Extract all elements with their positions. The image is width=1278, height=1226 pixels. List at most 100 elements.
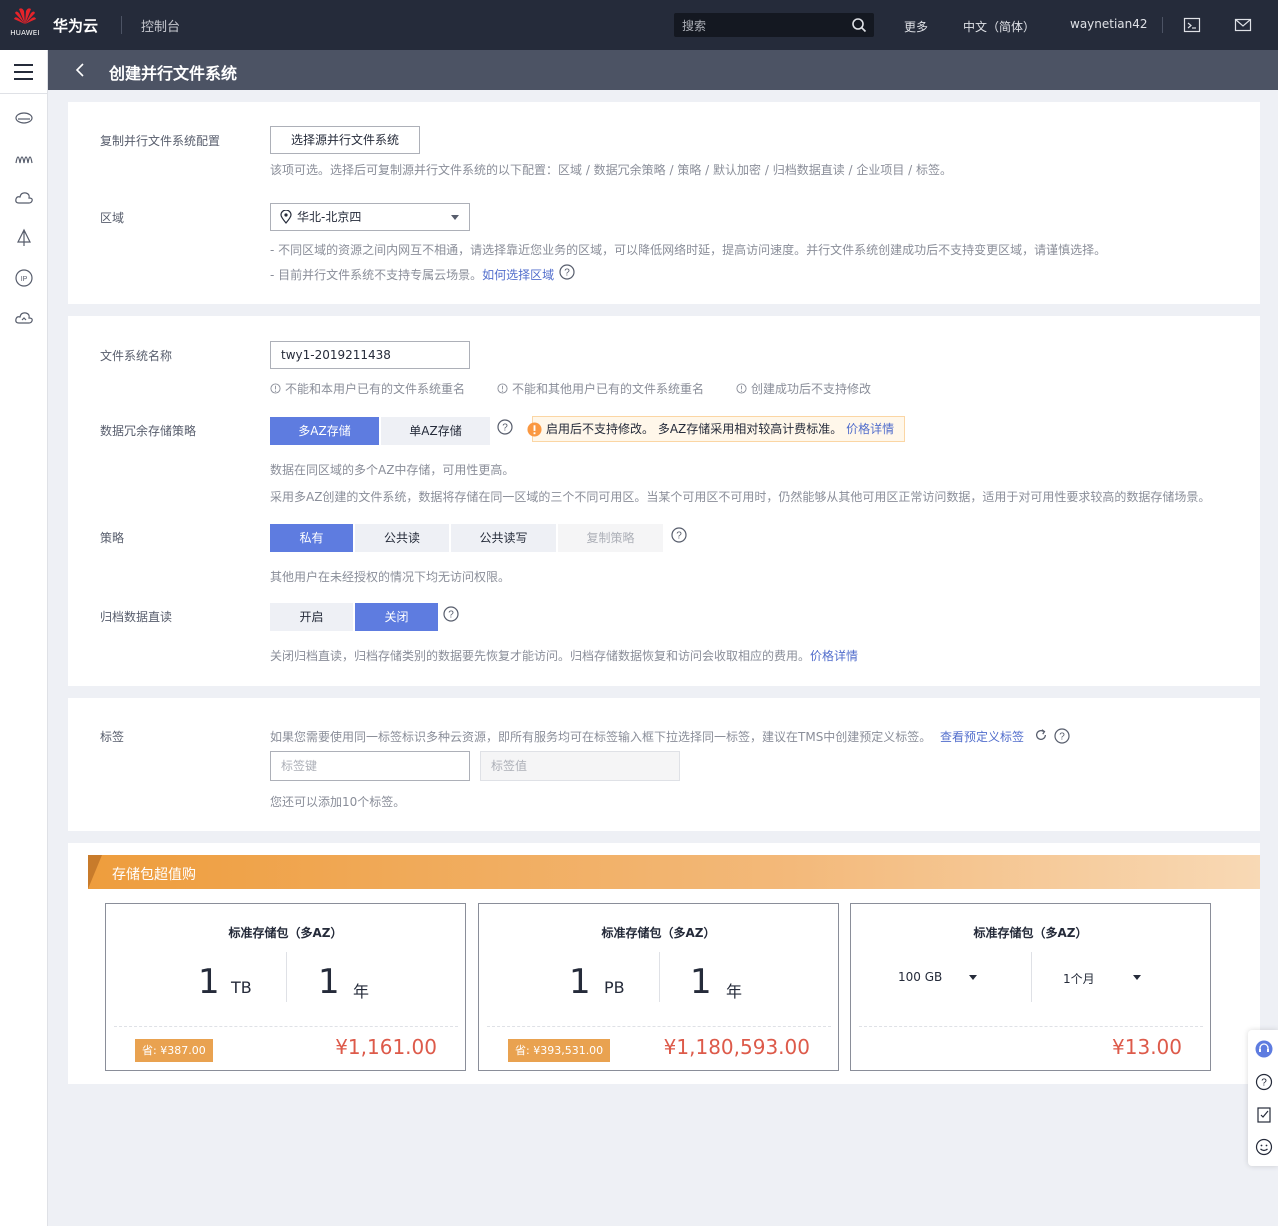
page-title: 创建并行文件系统 <box>109 64 238 83</box>
help-icon[interactable]: ? <box>671 527 687 543</box>
archive-off-option[interactable]: 关闭 <box>355 603 438 631</box>
name-rule-unique-others: 不能和其他用户已有的文件系统重名 <box>497 380 704 397</box>
svg-text:?: ? <box>1261 1078 1267 1089</box>
duration-select[interactable]: 1个月 <box>1063 970 1095 987</box>
package-size-unit: PB <box>604 978 625 997</box>
help-icon[interactable]: ? <box>497 419 513 435</box>
redundancy-hint-availability: 数据在同区域的多个AZ中存储，可用性更高。 <box>270 463 515 477</box>
object-storage-icon[interactable] <box>14 108 34 128</box>
brand-name[interactable]: 华为云 <box>53 15 98 36</box>
page-title-bar: 创建并行文件系统 <box>48 50 1278 90</box>
redundancy-single-az-option[interactable]: 单AZ存储 <box>381 417 490 445</box>
package-period-unit: 年 <box>726 982 743 1001</box>
copy-config-label: 复制并行文件系统配置 <box>100 134 221 148</box>
user-menu[interactable]: waynetian42 <box>1070 17 1148 31</box>
smile-icon[interactable] <box>1255 1138 1273 1156</box>
select-source-button[interactable]: 选择源并行文件系统 <box>270 126 420 154</box>
package-card-1pb[interactable]: 标准存储包（多AZ） 1 PB 1 年 省: ¥393,531.00 ¥1,18… <box>478 903 839 1071</box>
floating-toolbar: ? <box>1248 1030 1278 1166</box>
policy-hint: 其他用户在未经授权的情况下均无访问权限。 <box>270 570 511 584</box>
help-icon[interactable]: ? <box>559 264 575 280</box>
menu-icon[interactable] <box>0 50 47 94</box>
svg-text:?: ? <box>1059 732 1065 743</box>
customer-service-icon[interactable] <box>1255 1040 1273 1058</box>
policy-copy-option: 复制策略 <box>558 524 663 552</box>
package-separator <box>487 1026 831 1027</box>
back-arrow-icon[interactable] <box>73 62 89 78</box>
fs-name-label: 文件系统名称 <box>100 349 173 363</box>
archive-hint-text: 关闭归档直读，归档存储类别的数据要先恢复才能访问。归档存储数据恢复和访问会收取相… <box>270 649 811 663</box>
search-input[interactable]: 搜索 <box>674 13 874 37</box>
svg-text:?: ? <box>676 531 682 542</box>
chevron-down-icon <box>451 215 459 220</box>
package-size: 1 <box>569 962 591 1002</box>
package-size-unit: TB <box>231 978 252 997</box>
file-system-config-card: 文件系统名称 twy1-2019211438 不能和本用户已有的文件系统重名 不… <box>68 316 1260 686</box>
package-card-custom[interactable]: 标准存储包（多AZ） 100 GB 1个月 ¥13.00 <box>850 903 1211 1071</box>
archive-price-link[interactable]: 价格详情 <box>810 649 858 663</box>
search-icon[interactable] <box>851 17 867 33</box>
language-selector[interactable]: 中文（简体） <box>963 18 1035 35</box>
package-title: 标准存储包（多AZ） <box>228 926 343 940</box>
info-icon <box>270 383 281 394</box>
tag-label: 标签 <box>100 730 125 744</box>
refresh-icon[interactable] <box>1034 728 1048 742</box>
tag-key-input[interactable]: 标签键 <box>270 751 470 781</box>
chevron-down-icon[interactable] <box>969 975 977 980</box>
region-select[interactable]: 华北-北京四 <box>270 203 470 231</box>
service-sidebar: IP <box>0 50 48 1226</box>
package-price: ¥13.00 <box>1112 1035 1182 1059</box>
promo-title: 存储包超值购 <box>112 867 196 883</box>
cloud-upload-icon[interactable] <box>14 308 34 328</box>
cloud-shell-icon[interactable] <box>1183 16 1201 34</box>
region-help-link[interactable]: 如何选择区域 <box>482 268 554 282</box>
info-icon <box>736 383 747 394</box>
name-rule-unique-self: 不能和本用户已有的文件系统重名 <box>270 380 465 397</box>
package-period: 1 <box>690 962 712 1002</box>
redundancy-multi-az-option[interactable]: 多AZ存储 <box>270 417 379 445</box>
redundancy-warning: 启用后不支持修改。 多AZ存储采用相对较高计费标准。 价格详情 <box>527 416 905 442</box>
ip-icon[interactable]: IP <box>14 268 34 288</box>
view-predefined-tags-link[interactable]: 查看预定义标签 <box>940 728 1024 745</box>
basic-config-card: 复制并行文件系统配置 选择源并行文件系统 该项可选。选择后可复制源并行文件系统的… <box>68 102 1260 304</box>
feedback-icon[interactable] <box>1255 1106 1273 1124</box>
svg-text:?: ? <box>448 610 454 621</box>
archive-on-option[interactable]: 开启 <box>270 603 353 631</box>
package-divider <box>286 952 287 1002</box>
sail-icon[interactable] <box>14 228 34 248</box>
chevron-down-icon[interactable] <box>1133 975 1141 980</box>
mail-icon[interactable] <box>1234 16 1252 34</box>
region-label: 区域 <box>100 211 125 225</box>
header-divider <box>1162 17 1163 33</box>
region-hint-dedicated: - 目前并行文件系统不支持专属云场景。如何选择区域 <box>270 266 554 283</box>
help-icon[interactable]: ? <box>443 606 459 622</box>
promo-ribbon <box>88 855 102 889</box>
console-link[interactable]: 控制台 <box>141 16 180 35</box>
package-card-1tb[interactable]: 标准存储包（多AZ） 1 TB 1 年 省: ¥387.00 ¥1,161.00 <box>105 903 466 1071</box>
fs-name-input[interactable]: twy1-2019211438 <box>270 341 470 369</box>
archive-read-label: 归档数据直读 <box>100 610 173 624</box>
warning-price-link[interactable]: 价格详情 <box>846 422 894 436</box>
policy-private-option[interactable]: 私有 <box>270 524 353 552</box>
huawei-logo[interactable]: HUAWEI <box>8 7 42 43</box>
cloud-icon[interactable] <box>14 188 34 208</box>
policy-label: 策略 <box>100 531 125 545</box>
package-period: 1 <box>318 962 340 1002</box>
tag-remaining-hint: 您还可以添加10个标签。 <box>270 795 406 809</box>
policy-public-read-write-option[interactable]: 公共读写 <box>451 524 556 552</box>
policy-public-read-option[interactable]: 公共读 <box>355 524 449 552</box>
capacity-select[interactable]: 100 GB <box>898 970 942 984</box>
more-menu[interactable]: 更多 <box>904 18 928 35</box>
package-price: ¥1,161.00 <box>335 1035 437 1059</box>
package-title: 标准存储包（多AZ） <box>973 926 1088 940</box>
bucket-icon[interactable] <box>14 148 34 168</box>
location-pin-icon <box>280 210 292 224</box>
redundancy-hint-detail: 采用多AZ创建的文件系统，数据将存储在同一区域的三个不同可用区。当某个可用区不可… <box>270 490 1211 504</box>
tag-value-input: 标签值 <box>480 751 680 781</box>
name-rule-immutable: 创建成功后不支持修改 <box>736 380 871 397</box>
name-rule-text: 不能和本用户已有的文件系统重名 <box>285 382 466 396</box>
package-period-unit: 年 <box>353 982 370 1001</box>
help-icon[interactable]: ? <box>1255 1073 1273 1091</box>
help-icon[interactable]: ? <box>1054 728 1070 744</box>
promo-banner <box>88 855 1260 889</box>
